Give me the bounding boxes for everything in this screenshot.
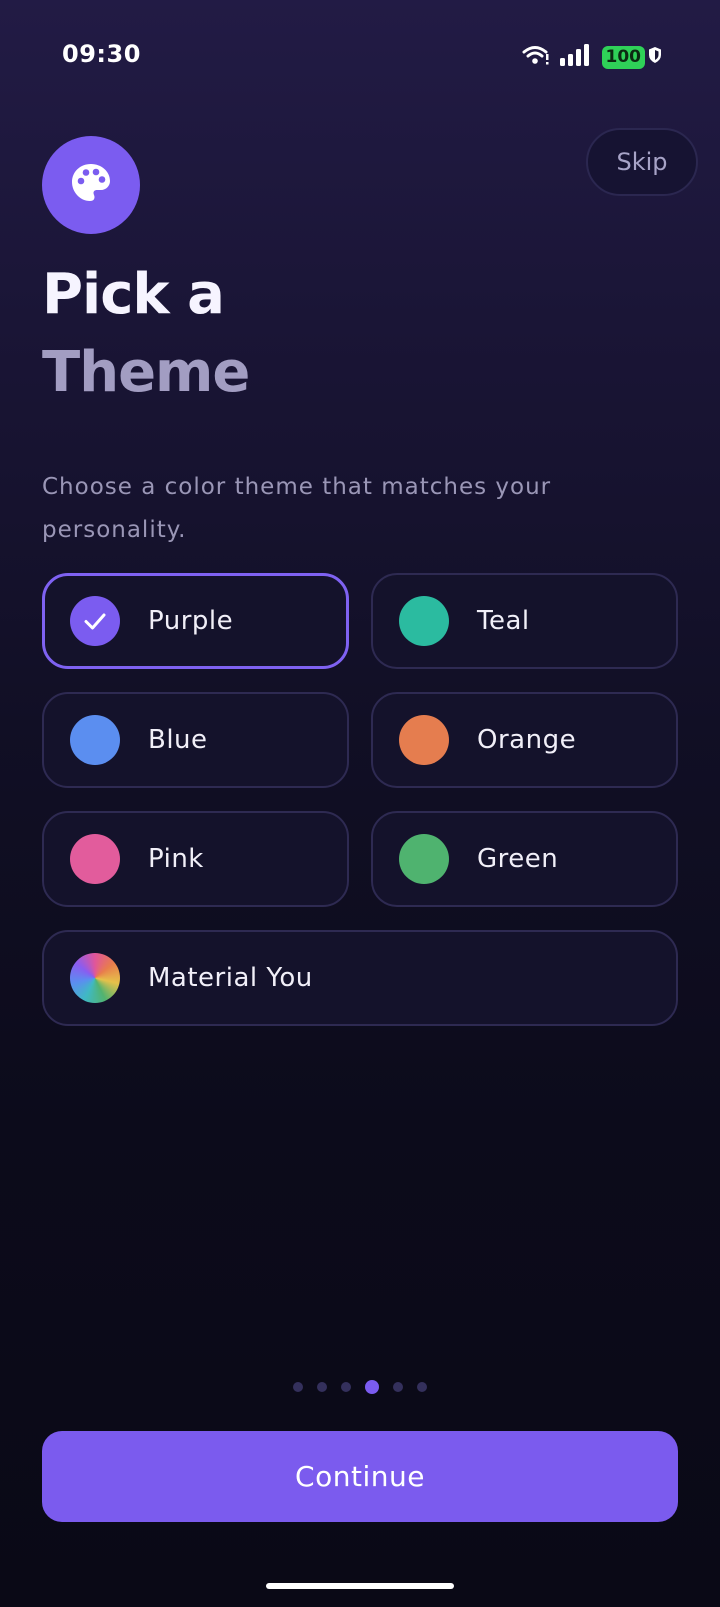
- theme-option-label: Purple: [148, 606, 234, 636]
- color-swatch: [399, 596, 449, 646]
- color-swatch: [399, 715, 449, 765]
- page-subtitle: Choose a color theme that matches your p…: [42, 474, 552, 543]
- theme-option-label: Blue: [148, 725, 208, 755]
- theme-option-pink[interactable]: Pink: [42, 811, 349, 907]
- theme-option-label: Orange: [477, 725, 577, 755]
- status-bar: 09:30 100: [0, 0, 720, 110]
- page-dot: [341, 1382, 351, 1392]
- theme-option-green[interactable]: Green: [371, 811, 678, 907]
- palette-icon-badge: [42, 136, 140, 234]
- page-indicator: [0, 1380, 720, 1394]
- page-title-accent: Theme: [42, 340, 250, 405]
- theme-option-label: Green: [477, 844, 559, 874]
- theme-option-blue[interactable]: Blue: [42, 692, 349, 788]
- theme-option-teal[interactable]: Teal: [371, 573, 678, 669]
- wifi-icon: [522, 44, 550, 70]
- status-time: 09:30: [62, 40, 141, 68]
- signal-icon: [559, 44, 592, 70]
- shield-icon: [648, 46, 662, 68]
- color-swatch: [70, 834, 120, 884]
- page-dot: [293, 1382, 303, 1392]
- check-icon: [70, 596, 120, 646]
- palette-icon: [69, 161, 113, 209]
- theme-option-label: Pink: [148, 844, 204, 874]
- gradient-swatch: [70, 953, 120, 1003]
- color-swatch: [70, 715, 120, 765]
- theme-option-orange[interactable]: Orange: [371, 692, 678, 788]
- page-dot: [393, 1382, 403, 1392]
- continue-button[interactable]: Continue: [42, 1431, 678, 1522]
- home-indicator[interactable]: [266, 1583, 454, 1589]
- skip-button[interactable]: Skip: [586, 128, 698, 196]
- page-dot: [317, 1382, 327, 1392]
- battery-level: 100: [601, 45, 645, 69]
- page-dot-active: [365, 1380, 379, 1394]
- page-dot: [417, 1382, 427, 1392]
- theme-option-label: Material You: [148, 963, 313, 993]
- theme-option-label: Teal: [477, 606, 530, 636]
- theme-option-purple[interactable]: Purple: [42, 573, 349, 669]
- color-swatch: [399, 834, 449, 884]
- theme-option-material-you[interactable]: Material You: [42, 930, 678, 1026]
- status-icons: 100: [522, 44, 663, 70]
- battery-icon: 100: [601, 45, 663, 69]
- page-title: Pick a: [42, 262, 225, 327]
